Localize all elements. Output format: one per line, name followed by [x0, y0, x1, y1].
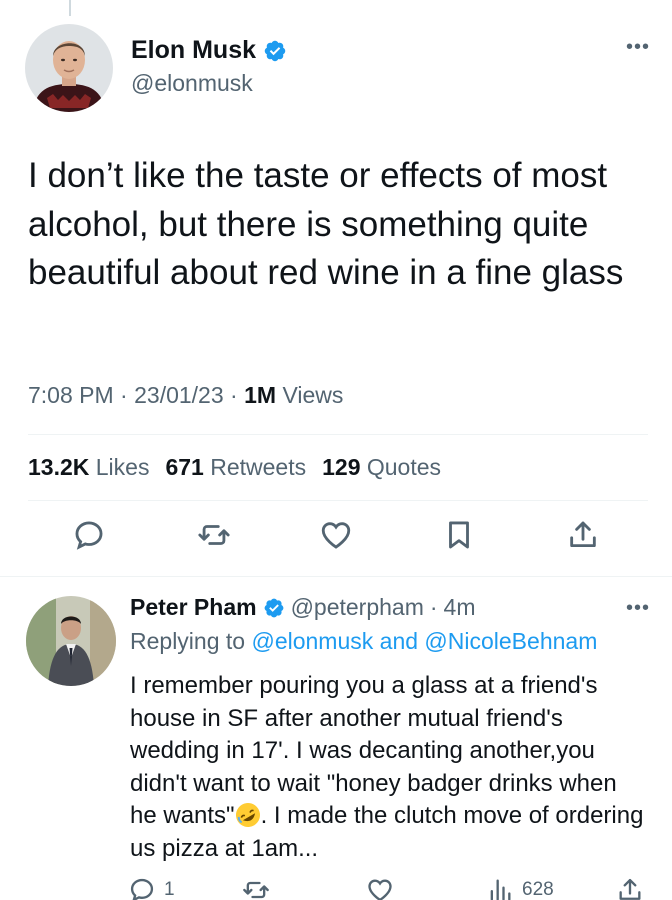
reply-text: I remember pouring you a glass at a frie…	[130, 670, 650, 865]
like-button[interactable]	[366, 876, 394, 900]
reply-icon	[130, 878, 154, 900]
reply-count: 1	[164, 879, 175, 900]
tweet-time[interactable]: 7:08 PM	[28, 382, 114, 408]
views-count: 1M	[244, 382, 277, 408]
reply-time[interactable]: 4m	[444, 594, 476, 621]
avatar-image	[26, 596, 116, 686]
retweet-button[interactable]	[242, 876, 270, 900]
reply-button[interactable]: 1	[128, 876, 175, 900]
tweet-action-bar	[0, 518, 672, 562]
like-icon	[368, 879, 392, 900]
reply-author-name[interactable]: Peter Pham	[130, 594, 257, 621]
mention-link[interactable]: @NicoleBehnam	[424, 628, 597, 654]
more-horizontal-icon[interactable]: •••	[626, 36, 650, 59]
like-icon[interactable]	[319, 518, 353, 552]
views-button[interactable]: 628	[486, 876, 554, 900]
likes-label: Likes	[95, 454, 150, 480]
replying-prefix: Replying to	[130, 628, 246, 654]
views-label: Views	[282, 382, 344, 408]
likes-stat[interactable]: 13.2K Likes	[28, 454, 149, 481]
author-avatar[interactable]	[25, 24, 113, 112]
quotes-label: Quotes	[366, 454, 442, 480]
reply-header: Peter Pham @peterpham · 4m	[130, 594, 476, 621]
rolling-on-floor-laughing-emoji	[235, 802, 261, 828]
reply-action-bar: 1 628	[0, 872, 672, 900]
divider	[28, 500, 648, 501]
divider	[0, 576, 672, 577]
mention-link[interactable]: @elonmusk	[251, 628, 373, 654]
author-handle[interactable]: @elonmusk	[131, 70, 253, 97]
divider	[28, 434, 648, 435]
retweet-icon[interactable]	[197, 518, 231, 552]
likes-count: 13.2K	[28, 454, 90, 480]
retweets-stat[interactable]: 671 Retweets	[165, 454, 306, 481]
tweet-date[interactable]: 23/01/23	[134, 382, 224, 408]
tweet-meta: 7:08 PM · 23/01/23 · 1M Views	[28, 382, 344, 408]
verified-badge-icon	[263, 597, 285, 619]
reply-author-avatar[interactable]	[26, 596, 116, 686]
reply-icon[interactable]	[72, 518, 106, 552]
author-name[interactable]: Elon Musk	[131, 36, 256, 65]
retweets-label: Retweets	[210, 454, 307, 480]
replying-to-line: Replying to @elonmusk and @NicoleBehnam	[130, 628, 597, 655]
quotes-count: 129	[322, 454, 361, 480]
retweets-count: 671	[165, 454, 204, 480]
reply-views-count: 628	[522, 879, 554, 900]
quotes-stat[interactable]: 129 Quotes	[322, 454, 441, 481]
bookmark-icon[interactable]	[442, 518, 476, 552]
share-icon	[619, 878, 641, 900]
share-icon[interactable]	[566, 518, 600, 552]
avatar-image	[25, 24, 113, 112]
thread-connector-line	[69, 0, 71, 16]
tweet-text: I don’t like the taste or effects of mos…	[28, 156, 624, 292]
separator-dot: ·	[429, 594, 438, 620]
reply-author-handle[interactable]: @peterpham	[291, 594, 424, 621]
replying-and: and	[379, 628, 419, 654]
verified-badge-icon	[263, 39, 287, 63]
tweet-stats: 13.2K Likes 671 Retweets 129 Quotes	[28, 454, 441, 481]
views-icon	[490, 879, 511, 900]
more-horizontal-icon[interactable]: •••	[626, 597, 650, 620]
author-name-row[interactable]: Elon Musk	[131, 36, 287, 65]
share-button[interactable]	[616, 876, 644, 900]
retweet-icon	[243, 881, 269, 899]
